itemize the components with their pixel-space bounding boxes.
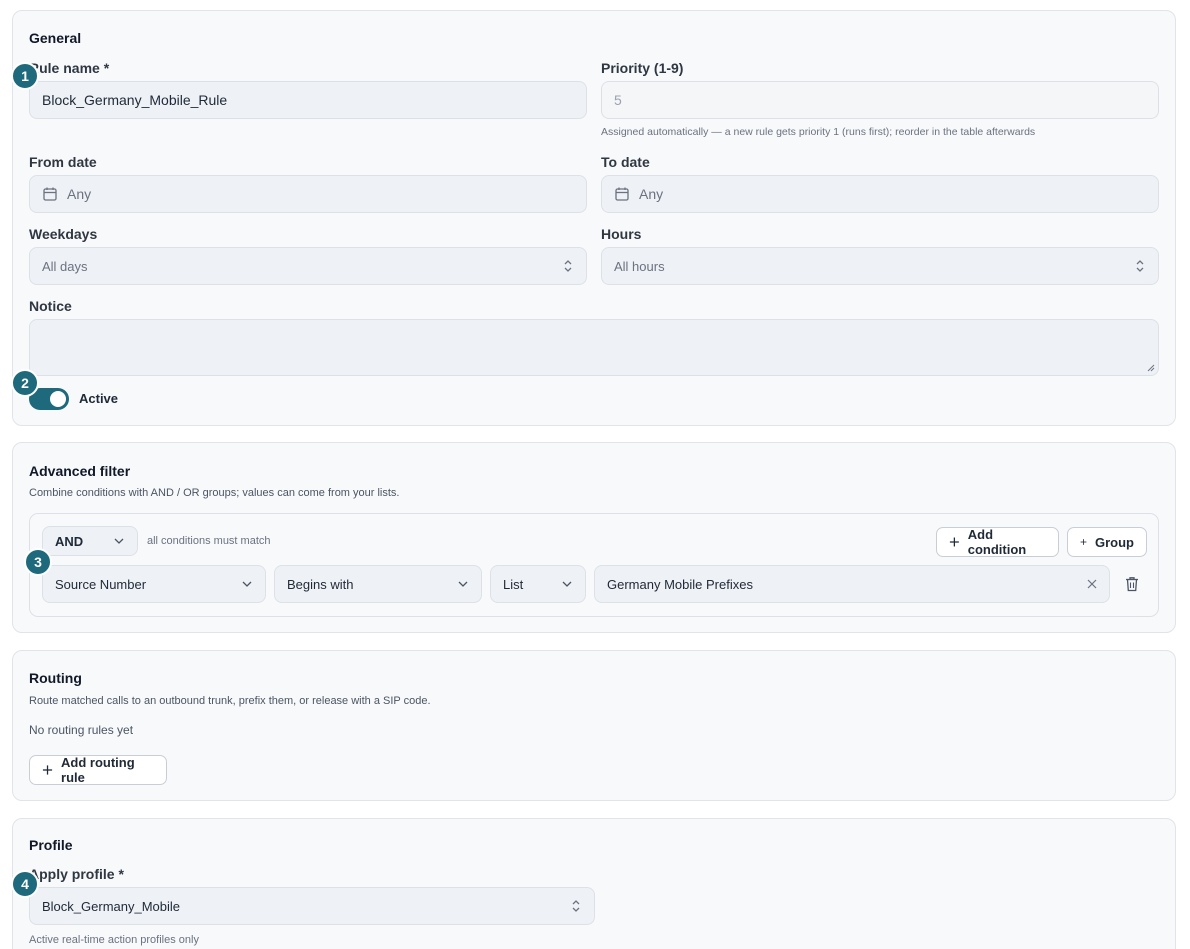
profile-title: Profile: [29, 837, 73, 853]
notice-textarea[interactable]: [29, 319, 1159, 376]
general-title: General: [29, 30, 82, 46]
toggle-knob: [50, 391, 66, 407]
group-operator-value: AND: [55, 533, 84, 549]
chevron-updown-icon: [1136, 260, 1144, 272]
apply-profile-label: Apply profile *: [29, 866, 124, 882]
add-condition-button[interactable]: Add condition: [936, 527, 1059, 557]
resize-handle-icon[interactable]: [1147, 364, 1155, 372]
active-label: Active: [79, 391, 119, 406]
notice-label: Notice: [29, 298, 72, 314]
condition-comparator-value: Begins with: [287, 576, 354, 592]
weekdays-label: Weekdays: [29, 226, 98, 242]
condition-value-value: Germany Mobile Prefixes: [607, 576, 753, 592]
add-routing-rule-button[interactable]: Add routing rule: [29, 755, 167, 785]
condition-comparator-select[interactable]: Begins with: [274, 565, 482, 603]
apply-profile-value: Block_Germany_Mobile: [42, 898, 181, 914]
condition-value-select[interactable]: Germany Mobile Prefixes: [594, 565, 1110, 603]
weekdays-select[interactable]: All days: [29, 247, 587, 285]
hours-value: All hours: [614, 258, 665, 274]
to-date-label: To date: [601, 154, 650, 170]
from-date-placeholder: Any: [67, 186, 92, 202]
apply-profile-select[interactable]: Block_Germany_Mobile: [29, 887, 595, 925]
rule-name-input[interactable]: Block_Germany_Mobile_Rule: [29, 81, 587, 119]
chevron-updown-icon: [572, 900, 580, 912]
add-routing-rule-label: Add routing rule: [61, 755, 135, 785]
plus-icon: [1080, 539, 1087, 545]
step-badge-3: 3: [24, 548, 52, 576]
calendar-icon: [615, 187, 629, 201]
chevron-down-icon: [458, 581, 468, 587]
priority-label: Priority (1-9): [601, 60, 684, 76]
to-date-input[interactable]: Any: [601, 175, 1159, 213]
chevron-down-icon: [114, 538, 124, 544]
apply-profile-hint: Active real-time action profiles only: [29, 934, 199, 946]
priority-hint: Assigned automatically — a new rule gets…: [601, 126, 1036, 138]
group-operator-select[interactable]: AND: [42, 526, 138, 556]
chevron-down-icon: [562, 581, 572, 587]
routing-description: Route matched calls to an outbound trunk…: [29, 695, 431, 707]
advanced-filter-card: Advanced filter Combine conditions with …: [12, 442, 1176, 633]
priority-input[interactable]: 5: [601, 81, 1159, 119]
add-condition-label: Add condition: [967, 527, 1027, 557]
condition-group: AND all conditions must match Add condit…: [29, 513, 1159, 617]
advanced-filter-title: Advanced filter: [29, 463, 131, 479]
routing-title: Routing: [29, 670, 82, 686]
weekdays-value: All days: [42, 258, 88, 274]
plus-icon: [949, 537, 959, 547]
routing-empty-text: No routing rules yet: [29, 723, 134, 737]
rule-name-value: Block_Germany_Mobile_Rule: [42, 92, 228, 108]
from-date-input[interactable]: Any: [29, 175, 587, 213]
trash-icon[interactable]: [1125, 576, 1139, 592]
hours-label: Hours: [601, 226, 642, 242]
step-badge-2: 2: [11, 369, 39, 397]
condition-field-select[interactable]: Source Number: [42, 565, 266, 603]
priority-placeholder: 5: [614, 92, 622, 108]
condition-value-type-value: List: [503, 576, 524, 592]
rule-name-label: Rule name *: [29, 60, 110, 76]
hours-select[interactable]: All hours: [601, 247, 1159, 285]
condition-field-value: Source Number: [55, 576, 147, 592]
general-card: General Rule name * Block_Germany_Mobile…: [12, 10, 1176, 426]
from-date-label: From date: [29, 154, 97, 170]
step-badge-4: 4: [11, 870, 39, 898]
condition-value-type-select[interactable]: List: [490, 565, 586, 603]
chevron-updown-icon: [564, 260, 572, 272]
plus-icon: [42, 765, 53, 775]
calendar-icon: [43, 187, 57, 201]
profile-card: Profile Apply profile * Block_Germany_Mo…: [12, 818, 1176, 949]
advanced-filter-description: Combine conditions with AND / OR groups;…: [29, 487, 400, 499]
clear-icon[interactable]: [1087, 579, 1097, 589]
step-badge-1: 1: [11, 62, 39, 90]
chevron-down-icon: [242, 581, 252, 587]
add-group-label: Group: [1095, 534, 1134, 550]
group-operator-hint: all conditions must match: [147, 535, 271, 547]
to-date-placeholder: Any: [639, 186, 664, 202]
add-group-button[interactable]: Group: [1067, 527, 1147, 557]
routing-card: Routing Route matched calls to an outbou…: [12, 650, 1176, 801]
